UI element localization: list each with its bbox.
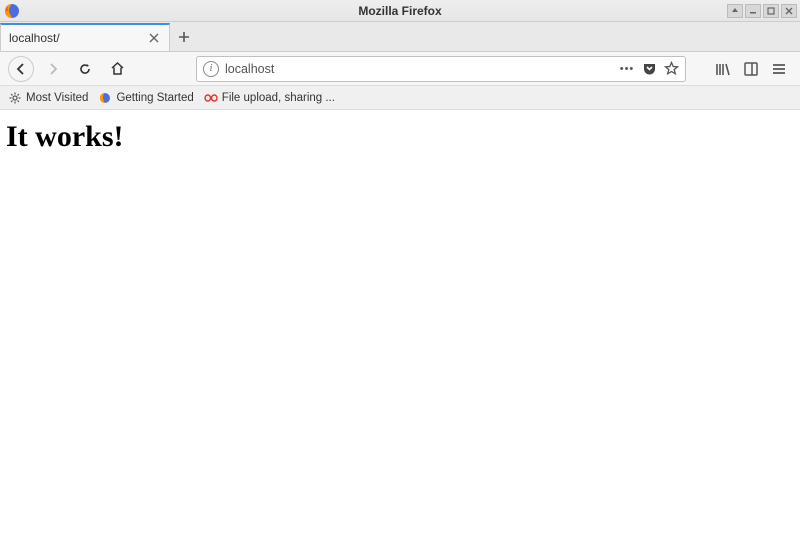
back-button[interactable] (8, 56, 34, 82)
bookmark-star-icon[interactable] (663, 61, 679, 77)
gear-icon (8, 91, 22, 105)
bookmark-label: Getting Started (116, 92, 193, 104)
link-icon (204, 91, 218, 105)
home-button[interactable] (104, 56, 130, 82)
window-maximize-button[interactable] (763, 4, 779, 18)
new-tab-button[interactable] (170, 23, 198, 51)
bookmark-label: Most Visited (26, 92, 88, 104)
tab-active[interactable]: localhost/ (0, 23, 170, 51)
sidebar-icon[interactable] (742, 60, 760, 78)
tab-close-icon[interactable] (147, 31, 161, 45)
tab-strip: localhost/ (0, 22, 800, 52)
window-close-button[interactable] (781, 4, 797, 18)
reload-button[interactable] (72, 56, 98, 82)
window-minimize-button[interactable] (745, 4, 761, 18)
window-up-button[interactable] (727, 4, 743, 18)
menu-icon[interactable] (770, 60, 788, 78)
toolbar-right (714, 60, 792, 78)
bookmarks-toolbar: Most Visited Getting Started File upload… (0, 86, 800, 110)
more-actions-icon[interactable]: ••• (619, 61, 635, 77)
firefox-app-icon (3, 2, 21, 20)
site-identity-icon[interactable]: i (203, 61, 219, 77)
window-titlebar: Mozilla Firefox (0, 0, 800, 22)
bookmark-getting-started[interactable]: Getting Started (98, 91, 193, 105)
navigation-toolbar: i ••• (0, 52, 800, 86)
firefox-icon (98, 91, 112, 105)
bookmark-file-upload[interactable]: File upload, sharing ... (204, 91, 335, 105)
url-bar[interactable]: i ••• (196, 56, 686, 82)
pocket-icon[interactable] (641, 61, 657, 77)
window-title: Mozilla Firefox (0, 4, 800, 18)
page-content: It works! (0, 110, 800, 164)
tab-title: localhost/ (9, 31, 147, 45)
window-controls (727, 4, 800, 18)
page-heading: It works! (6, 120, 794, 154)
library-icon[interactable] (714, 60, 732, 78)
url-input[interactable] (225, 62, 613, 76)
forward-button[interactable] (40, 56, 66, 82)
bookmark-label: File upload, sharing ... (222, 92, 335, 104)
bookmark-most-visited[interactable]: Most Visited (8, 91, 88, 105)
